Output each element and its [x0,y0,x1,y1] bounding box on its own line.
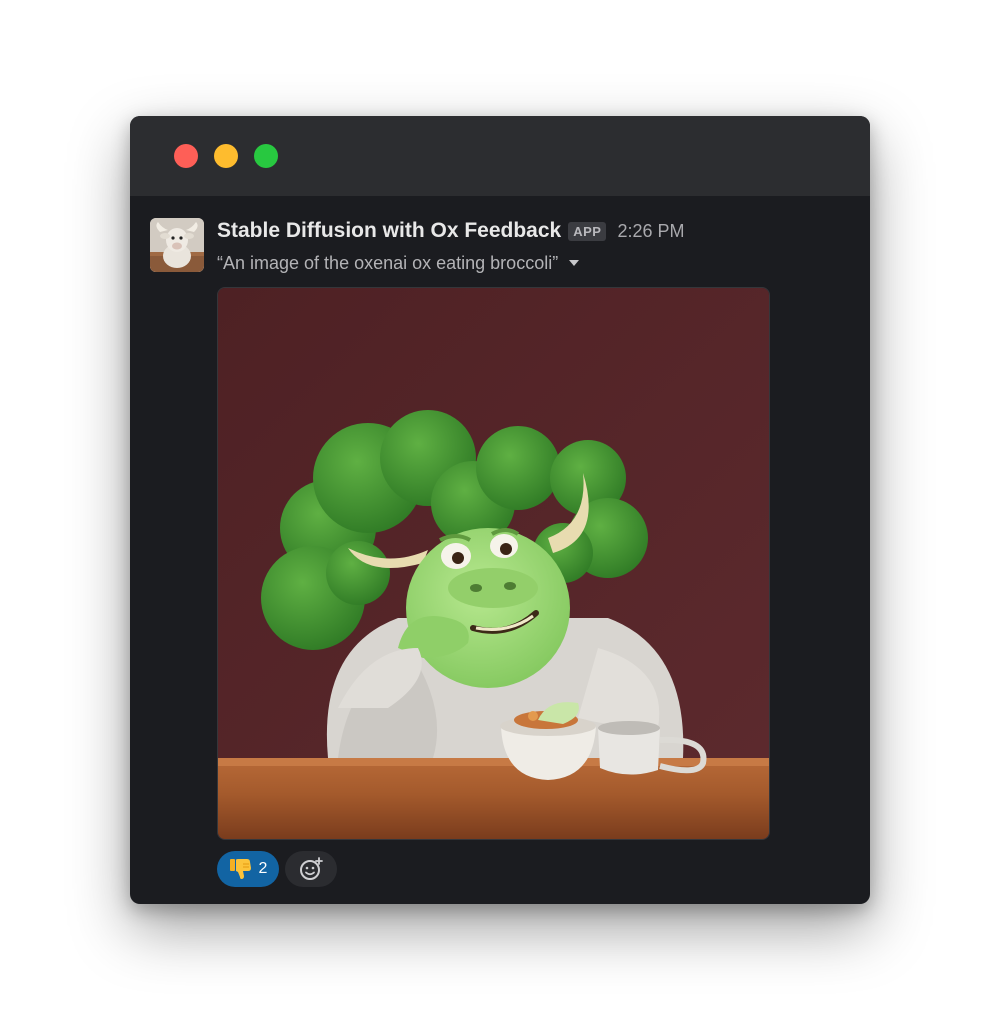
image-caption-toggle[interactable]: “An image of the oxenai ox eating brocco… [217,250,580,276]
ox-avatar-icon [150,218,204,272]
message-header: Stable Diffusion with Ox Feedback APP 2:… [217,216,685,246]
caret-down-icon [569,260,580,266]
thumbs-down-icon [229,859,251,879]
close-window-button[interactable] [174,144,198,168]
image-caption: “An image of the oxenai ox eating brocco… [217,252,559,273]
title-bar [130,116,870,196]
zoom-window-button[interactable] [254,144,278,168]
generated-image[interactable] [217,287,770,840]
minimize-window-button[interactable] [214,144,238,168]
reaction-thumbs-down[interactable]: 2 [217,851,279,887]
reaction-bar: 2 [217,851,337,887]
reaction-count: 2 [258,860,268,877]
app-badge: APP [568,221,607,241]
add-reaction-button[interactable] [285,851,337,887]
message-timestamp[interactable]: 2:26 PM [617,221,684,242]
ox-broccoli-illustration [218,288,769,839]
add-reaction-icon [300,857,323,880]
author-name[interactable]: Stable Diffusion with Ox Feedback [217,219,561,243]
app-window: Stable Diffusion with Ox Feedback APP 2:… [130,116,870,904]
bot-avatar[interactable] [150,218,204,272]
